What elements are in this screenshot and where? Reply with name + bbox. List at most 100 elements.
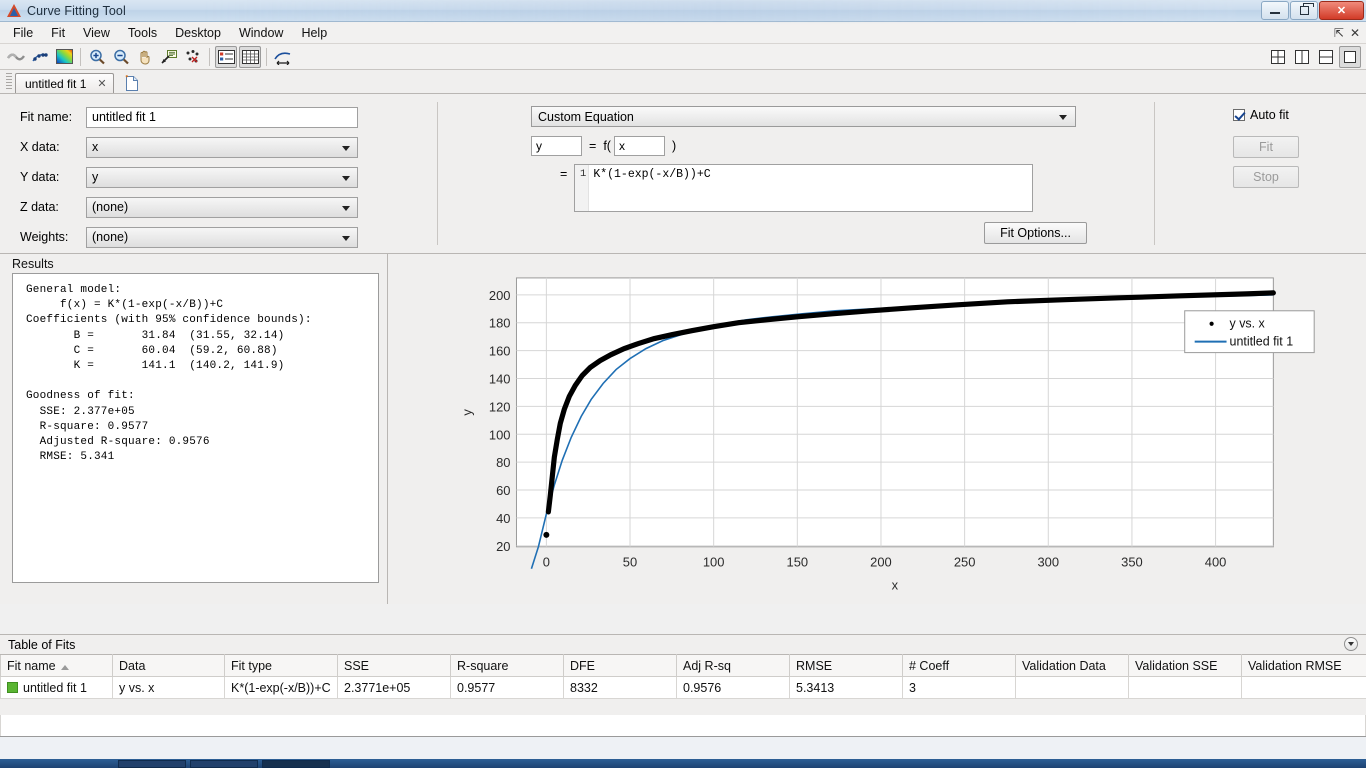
- column-dfe[interactable]: DFE: [563, 654, 677, 677]
- chevron-down-icon: [342, 235, 350, 241]
- toolbar-separator-2: [209, 47, 210, 66]
- svg-text:40: 40: [496, 511, 510, 526]
- column-validation-data[interactable]: Validation Data: [1015, 654, 1129, 677]
- zoom-out-icon[interactable]: [110, 46, 132, 68]
- toolbar-separator-3: [266, 47, 267, 66]
- z-data-select[interactable]: (none): [86, 196, 358, 218]
- equation-equals-sign: =: [560, 167, 568, 181]
- new-fit-document-icon[interactable]: [123, 74, 141, 92]
- weights-select[interactable]: (none): [86, 226, 358, 248]
- table-of-fits-title: Table of Fits: [8, 638, 76, 652]
- equation-expression[interactable]: K*(1-exp(-x/B))+C: [589, 165, 1032, 211]
- column-r-square[interactable]: R-square: [450, 654, 564, 677]
- fit-tab-untitled-fit-1[interactable]: untitled fit 1 ✕: [15, 73, 114, 93]
- fit-options-row: Fit Options...: [531, 222, 1087, 244]
- column-data[interactable]: Data: [112, 654, 225, 677]
- layout-single-icon[interactable]: [1339, 45, 1361, 68]
- column-num-coeff[interactable]: # Coeff: [902, 654, 1016, 677]
- taskbar-item-1[interactable]: [118, 760, 186, 768]
- table-of-fits-panel: Table of Fits Fit name Data Fit type SSE…: [0, 634, 1366, 737]
- column-fit-type[interactable]: Fit type: [224, 654, 338, 677]
- prediction-bounds-icon[interactable]: [272, 46, 294, 68]
- fit-curve-icon[interactable]: [5, 46, 27, 68]
- output-variable-input[interactable]: y: [531, 136, 582, 156]
- fit-options-button[interactable]: Fit Options...: [984, 222, 1087, 244]
- legend-toggle-icon[interactable]: [215, 45, 237, 68]
- x-data-value: x: [92, 140, 99, 154]
- function-open-paren: f(: [603, 139, 611, 153]
- grid-toggle-icon[interactable]: [239, 45, 261, 68]
- cell-fit-name[interactable]: untitled fit 1: [0, 676, 113, 699]
- data-points-icon[interactable]: [29, 46, 51, 68]
- surface-colormap-icon[interactable]: [53, 46, 75, 68]
- menu-help[interactable]: Help: [292, 24, 336, 42]
- minimize-button[interactable]: [1261, 0, 1289, 20]
- svg-text:50: 50: [623, 555, 637, 570]
- menu-file[interactable]: File: [4, 24, 42, 42]
- column-rmse[interactable]: RMSE: [789, 654, 903, 677]
- cell-adj-r-sq: 0.9576: [676, 676, 790, 699]
- cell-r-square: 0.9577: [450, 676, 564, 699]
- restore-button[interactable]: [1290, 0, 1318, 20]
- undock-icon[interactable]: ⇱: [1334, 26, 1344, 40]
- input-variable-input[interactable]: x: [613, 136, 665, 156]
- x-axis-label: x: [892, 578, 899, 593]
- column-validation-rmse[interactable]: Validation RMSE: [1241, 654, 1366, 677]
- column-validation-sse[interactable]: Validation SSE: [1128, 654, 1242, 677]
- layout-columns-icon[interactable]: [1291, 46, 1313, 68]
- menu-tools[interactable]: Tools: [119, 24, 166, 42]
- matlab-logo-icon: [6, 3, 22, 19]
- cell-num-coeff: 3: [902, 676, 1016, 699]
- auto-fit-checkbox[interactable]: [1233, 109, 1245, 121]
- zoom-in-icon[interactable]: [86, 46, 108, 68]
- auto-fit-row[interactable]: Auto fit: [1233, 108, 1289, 122]
- equation-editor[interactable]: 1 K*(1-exp(-x/B))+C: [574, 164, 1034, 212]
- close-window-button[interactable]: ✕: [1319, 0, 1364, 20]
- collapse-panel-icon[interactable]: [1344, 637, 1358, 651]
- tabstrip-gripper[interactable]: [6, 73, 12, 91]
- svg-text:400: 400: [1205, 555, 1227, 570]
- window-controls: ✕: [1260, 0, 1366, 21]
- layout-quad-icon[interactable]: [1267, 46, 1289, 68]
- menu-desktop[interactable]: Desktop: [166, 24, 230, 42]
- weights-value: (none): [92, 230, 129, 244]
- column-sse[interactable]: SSE: [337, 654, 451, 677]
- cell-validation-rmse: [1241, 676, 1366, 699]
- close-icon[interactable]: ✕: [95, 77, 108, 90]
- sort-ascending-icon: [60, 664, 69, 670]
- fit-plot-figure[interactable]: 200 180 160 140 120 100 80 60 40 20 0 50…: [392, 258, 1362, 599]
- fit-button[interactable]: Fit: [1233, 136, 1299, 158]
- y-data-select[interactable]: y: [86, 166, 358, 188]
- layout-rows-icon[interactable]: [1315, 46, 1337, 68]
- menu-window[interactable]: Window: [230, 24, 292, 42]
- column-label: Fit name: [7, 658, 56, 673]
- svg-text:200: 200: [489, 288, 511, 303]
- svg-text:0: 0: [543, 555, 550, 570]
- exclude-outliers-icon[interactable]: [182, 46, 204, 68]
- x-data-select[interactable]: x: [86, 136, 358, 158]
- fit-name-input[interactable]: untitled fit 1: [86, 106, 358, 128]
- svg-text:200: 200: [870, 555, 892, 570]
- taskbar-item-2[interactable]: [190, 760, 258, 768]
- menu-fit[interactable]: Fit: [42, 24, 74, 42]
- plot-panel[interactable]: 200 180 160 140 120 100 80 60 40 20 0 50…: [388, 254, 1366, 604]
- cell-fit-type: K*(1-exp(-x/B))+C: [224, 676, 338, 699]
- fit-name-text: untitled fit 1: [23, 680, 87, 695]
- cell-validation-data: [1015, 676, 1129, 699]
- fit-type-select[interactable]: Custom Equation: [531, 106, 1076, 127]
- chevron-down-icon: [1059, 115, 1067, 120]
- cell-data: y vs. x: [112, 676, 225, 699]
- data-cursor-icon[interactable]: [158, 46, 180, 68]
- stop-button[interactable]: Stop: [1233, 166, 1299, 188]
- weights-row: Weights: (none): [20, 226, 437, 248]
- menu-bar: File Fit View Tools Desktop Window Help …: [0, 22, 1366, 44]
- equation-signature-row: y = f( x ): [531, 136, 1154, 156]
- close-tool-icon[interactable]: ✕: [1350, 26, 1360, 40]
- svg-text:60: 60: [496, 483, 510, 498]
- pan-hand-icon[interactable]: [134, 46, 156, 68]
- taskbar-item-3[interactable]: [262, 760, 330, 768]
- column-adj-r-sq[interactable]: Adj R-sq: [676, 654, 790, 677]
- menu-view[interactable]: View: [74, 24, 119, 42]
- fit-name-label: Fit name:: [20, 110, 73, 124]
- column-fit-name[interactable]: Fit name: [0, 654, 113, 677]
